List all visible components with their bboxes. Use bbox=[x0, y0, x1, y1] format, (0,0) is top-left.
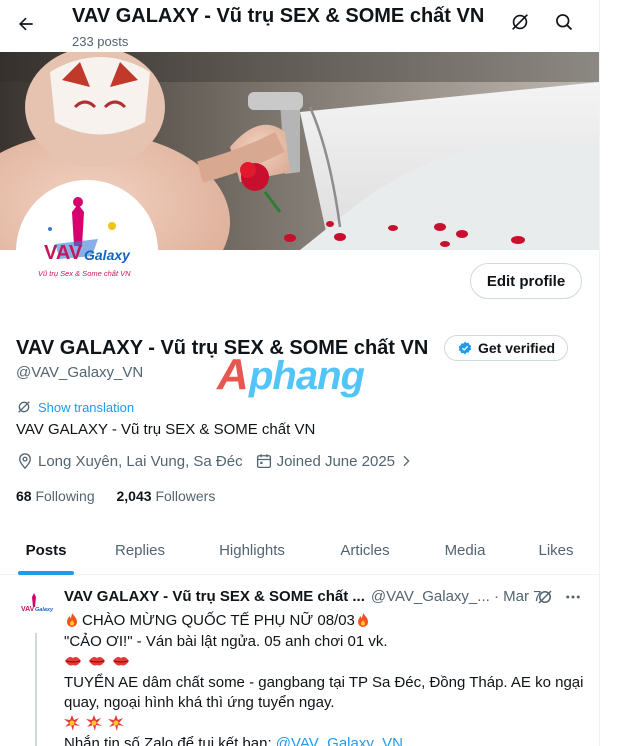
svg-text:Galaxy: Galaxy bbox=[84, 247, 131, 263]
tweet-line-5-text: Nhắn tin số Zalo để tui kết bạn: bbox=[64, 735, 276, 746]
mention-link[interactable]: @VAV_Galaxy_VN bbox=[276, 735, 403, 746]
svg-text:phang: phang bbox=[248, 354, 365, 398]
chevron-right-icon bbox=[403, 455, 410, 467]
tweet-line-5: Nhắn tin số Zalo để tui kết bạn: @VAV_Ga… bbox=[64, 734, 584, 746]
followers-label: Followers bbox=[155, 488, 216, 504]
tab-highlights[interactable]: Highlights bbox=[188, 527, 316, 574]
vav-galaxy-logo: VAV Galaxy Vũ trụ Sex & Some chất VN bbox=[20, 184, 154, 318]
back-button[interactable] bbox=[10, 8, 42, 40]
tab-articles[interactable]: Articles bbox=[316, 527, 414, 574]
tweet-line-2: "CẢO ƠI!" - Ván bài lật ngửa. 05 anh chơ… bbox=[64, 632, 388, 650]
lips-emoji-icon bbox=[65, 657, 81, 666]
get-verified-button[interactable]: Get verified bbox=[444, 335, 568, 361]
tweet-body: CHÀO MỪNG QUỐC TẾ PHỤ NỮ 08/03 "CẢO ƠI!"… bbox=[64, 611, 584, 746]
collision-emoji-icon bbox=[86, 714, 103, 731]
watermark-logo: A phang bbox=[215, 345, 405, 401]
location-item: Long Xuyên, Lai Vung, Sa Đéc bbox=[16, 452, 243, 470]
svg-text:VAV: VAV bbox=[21, 606, 35, 613]
search-button[interactable] bbox=[552, 10, 576, 34]
collision-emoji-icon bbox=[64, 714, 80, 731]
top-bar: VAV GALAXY - Vũ trụ SEX & SOME chất VN 2… bbox=[0, 0, 599, 52]
joined-item[interactable]: Joined June 2025 bbox=[255, 452, 418, 470]
tab-media[interactable]: Media bbox=[414, 527, 516, 574]
fire-emoji-icon bbox=[67, 613, 77, 627]
show-translation-link[interactable]: Show translation bbox=[16, 399, 134, 415]
tweet-header: VAV GALAXY - Vũ trụ SEX & SOME chất ... … bbox=[64, 588, 541, 605]
tweet-avatar[interactable]: VAV Galaxy bbox=[16, 587, 56, 627]
profile-page: VAV GALAXY - Vũ trụ SEX & SOME chất VN 2… bbox=[0, 0, 600, 746]
tweet-line-1-text: CHÀO MỪNG QUỐC TẾ PHỤ NỮ 08/03 bbox=[82, 612, 355, 629]
tweet-handle-date[interactable]: @VAV_Galaxy_... · Mar 7 bbox=[371, 588, 542, 605]
more-options-icon[interactable] bbox=[564, 588, 582, 606]
post-count: 233 posts bbox=[72, 34, 129, 49]
profile-handle: @VAV_Galaxy_VN bbox=[16, 364, 144, 381]
following-count: 68 bbox=[16, 488, 32, 504]
joined-text: Joined June 2025 bbox=[276, 452, 396, 470]
verified-badge-icon bbox=[458, 341, 472, 355]
follow-stats: 68 Following 2,043 Followers bbox=[16, 488, 215, 504]
lips-emoji-row bbox=[64, 652, 584, 673]
svg-text:Vũ trụ Sex & Some chất VN: Vũ trụ Sex & Some chất VN bbox=[38, 269, 131, 278]
get-verified-label: Get verified bbox=[478, 340, 556, 356]
location-text: Long Xuyên, Lai Vung, Sa Đéc bbox=[38, 452, 243, 470]
svg-text:Galaxy: Galaxy bbox=[35, 607, 54, 613]
tweet-actions bbox=[536, 588, 582, 606]
svg-text:A: A bbox=[216, 350, 248, 399]
edit-profile-button[interactable]: Edit profile bbox=[470, 263, 582, 299]
collision-emoji-row bbox=[64, 714, 584, 735]
following-label: Following bbox=[35, 488, 95, 504]
arrow-left-icon bbox=[19, 17, 33, 31]
no-translate-icon[interactable] bbox=[536, 588, 554, 606]
fire-emoji-icon bbox=[357, 613, 368, 627]
profile-bio: VAV GALAXY - Vũ trụ SEX & SOME chất VN bbox=[16, 421, 316, 438]
lips-emoji-icon bbox=[89, 657, 106, 666]
profile-tabs: Posts Replies Highlights Articles Media … bbox=[0, 527, 599, 575]
lips-emoji-icon bbox=[113, 657, 130, 666]
tweet-line-4: quay, ngoại hình khá thì ứng tuyển ngay. bbox=[64, 694, 335, 711]
tweet-line-1: CHÀO MỪNG QUỐC TẾ PHỤ NỮ 08/03 bbox=[64, 611, 584, 632]
page-title: VAV GALAXY - Vũ trụ SEX & SOME chất VN bbox=[72, 5, 485, 27]
translate-button[interactable] bbox=[508, 10, 532, 34]
location-pin-icon bbox=[19, 453, 31, 470]
followers-link[interactable]: 2,043 Followers bbox=[117, 488, 216, 504]
profile-meta: Long Xuyên, Lai Vung, Sa Đéc Joined June… bbox=[16, 452, 418, 470]
followers-count: 2,043 bbox=[116, 488, 152, 504]
tweet-line-3: TUYỂN AE dâm chất some - gangbang tại TP… bbox=[64, 673, 584, 691]
svg-text:VAV: VAV bbox=[44, 242, 83, 264]
show-translation-label: Show translation bbox=[38, 399, 135, 415]
translate-icon bbox=[18, 401, 30, 413]
profile-avatar[interactable]: VAV Galaxy Vũ trụ Sex & Some chất VN bbox=[16, 180, 158, 322]
tweet-author-name[interactable]: VAV GALAXY - Vũ trụ SEX & SOME chất ... bbox=[64, 588, 365, 605]
search-icon bbox=[556, 14, 573, 31]
tab-likes[interactable]: Likes bbox=[516, 527, 596, 574]
tab-posts[interactable]: Posts bbox=[0, 527, 92, 574]
tweet[interactable]: VAV Galaxy VAV GALAXY - Vũ trụ SEX & SOM… bbox=[0, 575, 599, 746]
thread-line bbox=[35, 633, 37, 746]
collision-emoji-icon bbox=[108, 714, 125, 731]
calendar-icon bbox=[256, 454, 271, 469]
vav-galaxy-logo-small: VAV Galaxy bbox=[16, 587, 56, 627]
following-link[interactable]: 68 Following bbox=[16, 488, 95, 504]
tab-replies[interactable]: Replies bbox=[92, 527, 188, 574]
no-translate-icon bbox=[512, 14, 528, 30]
